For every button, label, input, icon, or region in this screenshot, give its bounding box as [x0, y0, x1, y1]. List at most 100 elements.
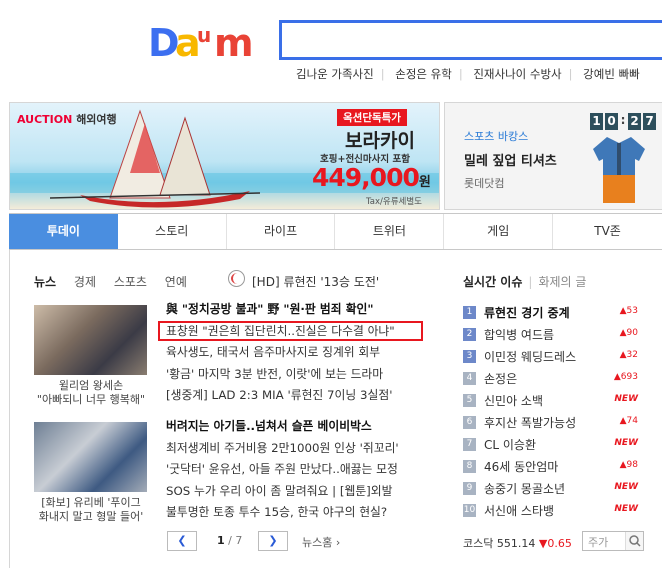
prev-page-button[interactable]: ❮: [167, 531, 197, 551]
issue-keyword[interactable]: 손정은 유학: [395, 67, 452, 81]
trending-keyword[interactable]: 손정은: [484, 370, 517, 387]
rank-change: ▲53: [619, 306, 638, 316]
rank-change: ▲90: [619, 328, 638, 338]
baseball-icon: [228, 270, 245, 287]
news-subtabs: 뉴스 경제 스포츠 연예: [34, 273, 201, 290]
rank-change: ▲32: [619, 350, 638, 360]
trending-item[interactable]: 1 류현진 경기 중계 ▲53: [463, 303, 638, 323]
trending-item[interactable]: 4 손정은 ▲693: [463, 369, 638, 389]
rank-change: NEW: [614, 482, 638, 492]
rank-change: ▲74: [619, 416, 638, 426]
trending-item[interactable]: 10 서신애 스타뱅 NEW: [463, 501, 638, 521]
trending-keyword[interactable]: 신민아 소백: [484, 392, 543, 409]
search-icon[interactable]: [625, 532, 643, 550]
search-input[interactable]: [279, 20, 662, 60]
news-headline[interactable]: '굿닥터' 윤유선, 아들 주원 만났다..애끓는 모정: [166, 459, 399, 481]
subtab-news[interactable]: 뉴스: [34, 275, 56, 289]
rank-number: 3: [463, 350, 476, 363]
photo-caption[interactable]: 윌리엄 왕세손 "아빠되니 너무 행복해": [31, 379, 151, 407]
rank-number: 6: [463, 416, 476, 429]
ad-product-title: 밀레 짚업 티셔츠: [464, 154, 557, 169]
tab-tv[interactable]: TV존: [553, 214, 662, 249]
rank-number: 2: [463, 328, 476, 341]
trending-keyword[interactable]: 합익병 여드름: [484, 326, 554, 343]
issue-keyword[interactable]: 김나운 가족사진: [296, 67, 374, 81]
trending-keyword[interactable]: 류현진 경기 중계: [484, 304, 570, 321]
hd-headline-link[interactable]: [HD] 류현진 '13승 도전': [252, 273, 379, 290]
ad-destination: 보라카이: [345, 130, 415, 152]
news-list: 與 "정치공방 불과" 野 "원·판 범죄 확인" 표창원 "권은희 집단린치.…: [166, 299, 395, 407]
rank-change: NEW: [614, 438, 638, 448]
ad-seller: 롯데닷컴: [464, 177, 505, 190]
rank-number: 1: [463, 306, 476, 319]
news-photo-baseball[interactable]: [34, 422, 147, 492]
news-headline[interactable]: 불투명한 토종 투수 15승, 한국 야구의 현실?: [166, 502, 399, 524]
news-headline[interactable]: 與 "정치공방 불과" 野 "원·판 범죄 확인": [166, 299, 395, 321]
trending-keyword[interactable]: 서신애 스타뱅: [484, 502, 554, 519]
trending-item[interactable]: 9 송중기 몽골소년 NEW: [463, 479, 638, 499]
rank-number: 9: [463, 482, 476, 495]
issue-keyword[interactable]: 진재사나이 수방사: [473, 67, 561, 81]
rank-change: ▲98: [619, 460, 638, 470]
trending-keyword[interactable]: 후지산 폭발가능성: [484, 414, 576, 431]
auction-logo: AUCTION 해외여행: [17, 113, 117, 126]
exclusive-badge: 옥션단독특가: [337, 109, 407, 126]
tshirt-icon: [593, 137, 645, 203]
tab-today[interactable]: 투데이: [9, 214, 118, 249]
news-headline[interactable]: 육사생도, 태국서 음주마사지로 징계위 회부: [166, 342, 395, 364]
main-tabs: 투데이 스토리 라이프 트위터 게임 TV존: [9, 213, 662, 250]
news-photo-royal[interactable]: [34, 305, 147, 375]
news-home-link[interactable]: 뉴스홈 ›: [302, 534, 340, 550]
rank-number: 4: [463, 372, 476, 385]
tab-story[interactable]: 스토리: [118, 214, 227, 249]
rank-number: 5: [463, 394, 476, 407]
news-headline[interactable]: 최저생계비 주거비용 2만1000원 인상 '쥐꼬리': [166, 438, 399, 460]
trending-header: 실시간 이슈 | 화제의 글: [463, 275, 587, 289]
subtab-economy[interactable]: 경제: [74, 275, 96, 289]
sports-ad-banner[interactable]: 스포츠 바캉스 밀레 짚업 티셔츠 롯데닷컴 1 0 : 2 7: [444, 102, 662, 210]
tab-hot-posts[interactable]: 화제의 글: [538, 275, 586, 289]
trending-item[interactable]: 6 후지산 폭발가능성 ▲74: [463, 413, 638, 433]
svg-text:u: u: [197, 23, 211, 47]
clock-display: 1 0 : 2 7: [590, 113, 656, 130]
photo-caption[interactable]: [화보] 유리베 '푸이그 화내지 말고 형말 들어': [31, 496, 151, 524]
ad-note: Tax/유류세별도: [366, 197, 422, 207]
news-headline[interactable]: [생중계] LAD 2:3 MIA '류현진 7이닝 3실점': [166, 385, 395, 407]
news-list: 버려지는 아기들..넘쳐서 슬픈 베이비박스 최저생계비 주거비용 2만1000…: [166, 416, 399, 524]
rank-change: NEW: [614, 504, 638, 514]
issue-keyword[interactable]: 강예빈 빠빠: [583, 67, 640, 81]
trending-keyword[interactable]: 송중기 몽골소년: [484, 480, 565, 497]
travel-ad-banner[interactable]: AUCTION 해외여행 옥션단독특가 보라카이 호핑+전신마사지 포함 449…: [9, 102, 440, 210]
rank-number: 10: [463, 504, 476, 517]
rank-change: NEW: [614, 394, 638, 404]
subtab-sports[interactable]: 스포츠: [114, 275, 147, 289]
subtab-entertainment[interactable]: 연예: [165, 275, 187, 289]
issue-keyword-bar: 김나운 가족사진 | 손정은 유학 | 진재사나이 수방사 | 강예빈 빠빠: [296, 67, 640, 81]
trending-keyword[interactable]: CL 이승환: [484, 436, 536, 453]
tab-game[interactable]: 게임: [444, 214, 554, 249]
trending-item[interactable]: 3 이민정 웨딩드레스 ▲32: [463, 347, 638, 367]
news-headline[interactable]: '황금' 마지막 3분 반전, 이랏'에 보는 드라마: [166, 364, 395, 386]
trending-item[interactable]: 7 CL 이승환 NEW: [463, 435, 638, 455]
trending-keyword[interactable]: 이민정 웨딩드레스: [484, 348, 576, 365]
rank-number: 7: [463, 438, 476, 451]
daum-logo[interactable]: D a u m: [148, 22, 263, 62]
kosdaq-index[interactable]: 코스닥 551.14 ▼0.65: [463, 535, 572, 551]
trending-item[interactable]: 2 합익병 여드름 ▲90: [463, 325, 638, 345]
trending-item[interactable]: 5 신민아 소백 NEW: [463, 391, 638, 411]
svg-text:m: m: [214, 22, 254, 62]
news-headline[interactable]: SOS 누가 우리 아이 좀 말려줘요 | [웹툰]외발: [166, 481, 399, 503]
ad-price: 449,000원: [312, 163, 431, 192]
ad-tag: 스포츠 바캉스: [464, 130, 529, 143]
rank-change: ▲693: [613, 372, 638, 382]
news-headline[interactable]: 버려지는 아기들..넘쳐서 슬픈 베이비박스: [166, 416, 399, 438]
rank-number: 8: [463, 460, 476, 473]
tab-twitter[interactable]: 트위터: [335, 214, 445, 249]
trending-keyword[interactable]: 46세 동안엄마: [484, 458, 558, 475]
stock-quote-input[interactable]: 주가: [582, 531, 644, 551]
tab-realtime-issues[interactable]: 실시간 이슈: [463, 275, 522, 289]
page-indicator: 1 / 7: [217, 534, 243, 547]
tab-life[interactable]: 라이프: [227, 214, 336, 249]
next-page-button[interactable]: ❯: [258, 531, 288, 551]
trending-item[interactable]: 8 46세 동안엄마 ▲98: [463, 457, 638, 477]
